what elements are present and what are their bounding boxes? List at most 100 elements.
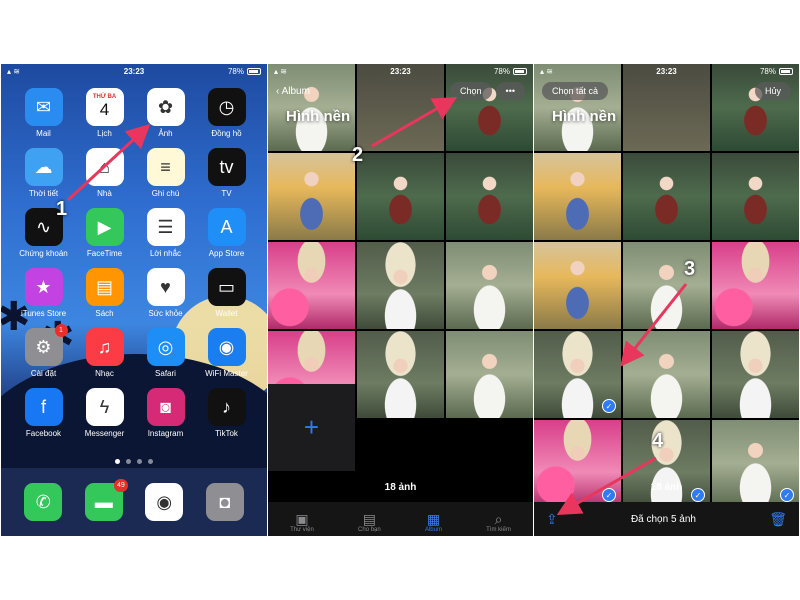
tab-library[interactable]: ▣ Thư viện [290, 512, 314, 534]
app-phone[interactable]: ✆ [24, 483, 63, 521]
album-title: Hình nền [552, 108, 617, 125]
app-label: Instagram [147, 429, 184, 438]
home-screen-panel: ▴ ≋ 23:23 78% ✱ ✱ ✉MailTHỨ BA4Lịch✿Ảnh◷Đ… [1, 64, 267, 536]
photo-thumbnail[interactable]: ✓ [534, 420, 621, 507]
photo-thumbnail[interactable] [357, 153, 444, 240]
phone-icon: ✆ [24, 483, 63, 521]
app-wallet[interactable]: ▭ Wallet [196, 268, 257, 318]
step-number-4: 4 [652, 430, 664, 452]
photo-thumbnail[interactable] [268, 153, 355, 240]
select-button[interactable]: Chọn [450, 82, 492, 100]
photos-icon: ✿ [146, 88, 185, 126]
app-label: App Store [208, 249, 245, 258]
app-music[interactable]: ♫ Nhạc [74, 328, 135, 378]
photo-thumbnail[interactable]: ✓ [534, 331, 621, 418]
photo-thumbnail[interactable] [534, 242, 621, 329]
app-messages[interactable]: ▬ 49 [84, 479, 128, 521]
photo-thumbnail[interactable] [623, 331, 710, 418]
app-chrome[interactable]: ◉ [145, 483, 184, 521]
app-messenger[interactable]: ϟ Messenger [74, 388, 135, 438]
mail-icon: ✉ [24, 88, 63, 126]
app-itunes[interactable]: ★ iTunes Store [13, 268, 74, 318]
step-number-1: 1 [56, 198, 68, 220]
more-button[interactable]: ••• [495, 82, 525, 100]
select-panel: ▴ ≋ 23:23 78% Chọn tất cả Hủy Hình nền ✓… [534, 64, 799, 536]
app-camera[interactable]: ◘ [205, 483, 244, 521]
notification-badge: 49 [113, 479, 128, 492]
add-photo-button[interactable]: + [268, 384, 355, 471]
photo-thumbnail[interactable] [357, 242, 444, 329]
status-bar: ▴ ≋ 23:23 78% [268, 64, 533, 78]
share-icon[interactable]: ⇪ [546, 511, 558, 528]
photo-thumbnail[interactable] [712, 331, 799, 418]
plus-icon: + [303, 412, 320, 442]
photo-thumbnail[interactable] [446, 153, 533, 240]
app-tv[interactable]: tv TV [196, 148, 257, 198]
app-tiktok[interactable]: ♪ TikTok [196, 388, 257, 438]
page-dots[interactable] [1, 459, 267, 464]
app-home[interactable]: ⌂ Nhà [74, 148, 135, 198]
app-appstore[interactable]: A App Store [196, 208, 257, 258]
battery-icon [513, 67, 527, 75]
app-books[interactable]: ▤ Sách [74, 268, 135, 318]
clock-icon: ◷ [207, 88, 246, 126]
app-weather[interactable]: ☁ Thời tiết [13, 148, 74, 198]
app-mail[interactable]: ✉ Mail [13, 88, 74, 138]
chrome-icon: ◉ [145, 483, 184, 521]
status-time: 23:23 [123, 66, 145, 76]
app-calendar[interactable]: THỨ BA 4 Lịch [74, 88, 135, 138]
page-dot [115, 459, 120, 464]
photo-thumbnail[interactable] [446, 242, 533, 329]
photo-count: 18 ảnh [650, 482, 683, 493]
photo-thumbnail[interactable] [712, 153, 799, 240]
album-title: Hình nền [286, 108, 351, 125]
app-label: Ghi chú [151, 189, 180, 198]
app-wifi-master[interactable]: ◉ WiFi Master [196, 328, 257, 378]
photo-thumbnail[interactable] [534, 153, 621, 240]
app-label: Ảnh [158, 129, 173, 138]
wifi-master-icon: ◉ [207, 328, 246, 366]
search-icon: ⌕ [494, 511, 503, 527]
signal-icon: ▴ ≋ [274, 66, 287, 76]
tab-for-you[interactable]: ▤ Cho bạn [358, 512, 381, 534]
instagram-icon: ◙ [146, 388, 185, 426]
photo-thumbnail[interactable] [623, 242, 710, 329]
photo-thumbnail[interactable]: ✓ [623, 420, 710, 507]
albums-icon: ▦ [426, 511, 441, 527]
app-safari[interactable]: ◎ Safari [135, 328, 196, 378]
tab-label: Thư viện [290, 527, 314, 533]
back-label: Album [281, 85, 310, 97]
facebook-icon: f [24, 388, 63, 426]
app-facebook[interactable]: f Facebook [13, 388, 74, 438]
tab-search[interactable]: ⌕ Tìm kiếm [486, 511, 511, 534]
photo-thumbnail[interactable] [446, 331, 533, 418]
photo-thumbnail[interactable] [623, 153, 710, 240]
back-button[interactable]: ‹ Album [276, 86, 310, 97]
photo-thumbnail[interactable] [357, 331, 444, 418]
tab-label: Tìm kiếm [486, 527, 511, 533]
photo-thumbnail[interactable] [712, 242, 799, 329]
select-all-button[interactable]: Chọn tất cả [542, 82, 609, 100]
app-health[interactable]: ♥ Sức khỏe [135, 268, 196, 318]
app-photos[interactable]: ✿ Ảnh [135, 88, 196, 138]
battery-icon [247, 67, 261, 75]
camera-icon: ◘ [205, 483, 244, 521]
messenger-icon: ϟ [85, 388, 124, 426]
step-number-3: 3 [684, 258, 696, 280]
app-clock[interactable]: ◷ Đồng hồ [196, 88, 257, 138]
app-label: TikTok [215, 429, 238, 438]
trash-icon[interactable]: 🗑 [769, 511, 787, 528]
app-settings[interactable]: ⚙ 1 Cài đặt [13, 324, 74, 378]
status-time: 23:23 [390, 66, 411, 76]
status-time: 23:23 [656, 66, 677, 76]
cancel-button[interactable]: Hủy [754, 82, 791, 100]
app-label: Thời tiết [28, 189, 59, 198]
status-bar: ▴ ≋ 23:23 78% [534, 64, 799, 78]
photo-thumbnail[interactable]: ✓ [712, 420, 799, 507]
photo-thumbnail[interactable] [268, 242, 355, 329]
app-notes[interactable]: ≡ Ghi chú [135, 148, 196, 198]
tab-albums[interactable]: ▦ Album [425, 511, 442, 534]
app-reminders[interactable]: ☰ Lời nhắc [135, 208, 196, 258]
app-facetime[interactable]: ▶ FaceTime [74, 208, 135, 258]
app-instagram[interactable]: ◙ Instagram [135, 388, 196, 438]
